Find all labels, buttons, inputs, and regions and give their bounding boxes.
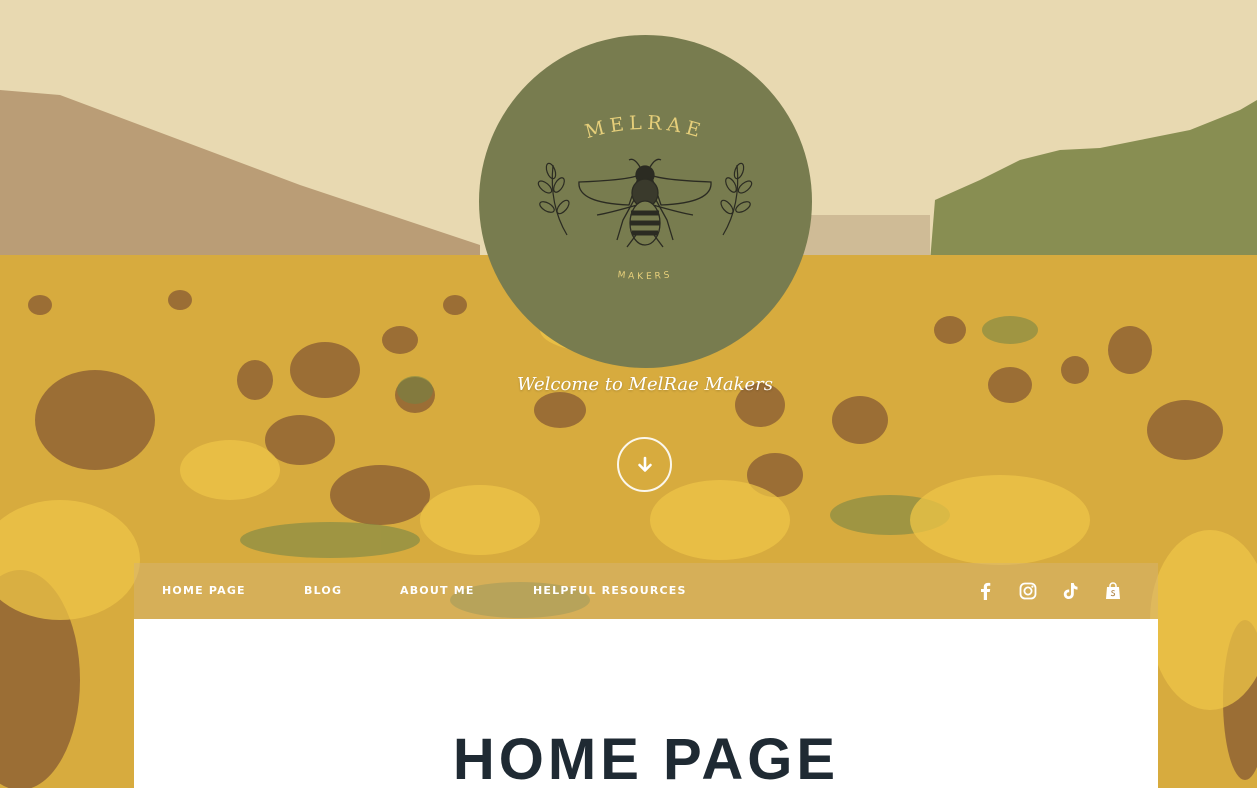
instagram-icon[interactable] [1017, 580, 1039, 602]
laurel-right-icon [720, 162, 753, 236]
hero-banner: MELRAE MAKERS Welcome to MelRae Makers H… [0, 0, 1257, 788]
logo-title: MELRAE [583, 112, 708, 143]
arrow-down-icon [637, 456, 652, 472]
nav-item-home-page[interactable]: HOME PAGE [162, 584, 246, 597]
logo-subtitle: MAKERS [617, 270, 673, 282]
nav-item-helpful-resources[interactable]: HELPFUL RESOURCES [533, 584, 687, 597]
bee-logo-graphic: MELRAE MAKERS [537, 112, 753, 282]
facebook-icon[interactable] [974, 580, 996, 602]
laurel-left-icon [537, 162, 570, 236]
site-tagline: Welcome to MelRae Makers [516, 374, 774, 395]
main-navigation: HOME PAGE BLOG ABOUT ME HELPFUL RESOURCE… [134, 563, 1158, 619]
nav-item-blog[interactable]: BLOG [304, 584, 342, 597]
site-logo[interactable]: MELRAE MAKERS [479, 35, 812, 368]
shopify-icon[interactable] [1102, 580, 1124, 602]
scroll-down-button[interactable] [617, 437, 672, 492]
tiktok-icon[interactable] [1059, 580, 1081, 602]
nav-item-about-me[interactable]: ABOUT ME [400, 584, 475, 597]
main-content: HOME PAGE [134, 619, 1158, 788]
page-title: HOME PAGE [452, 727, 840, 788]
bee-icon [578, 158, 712, 248]
